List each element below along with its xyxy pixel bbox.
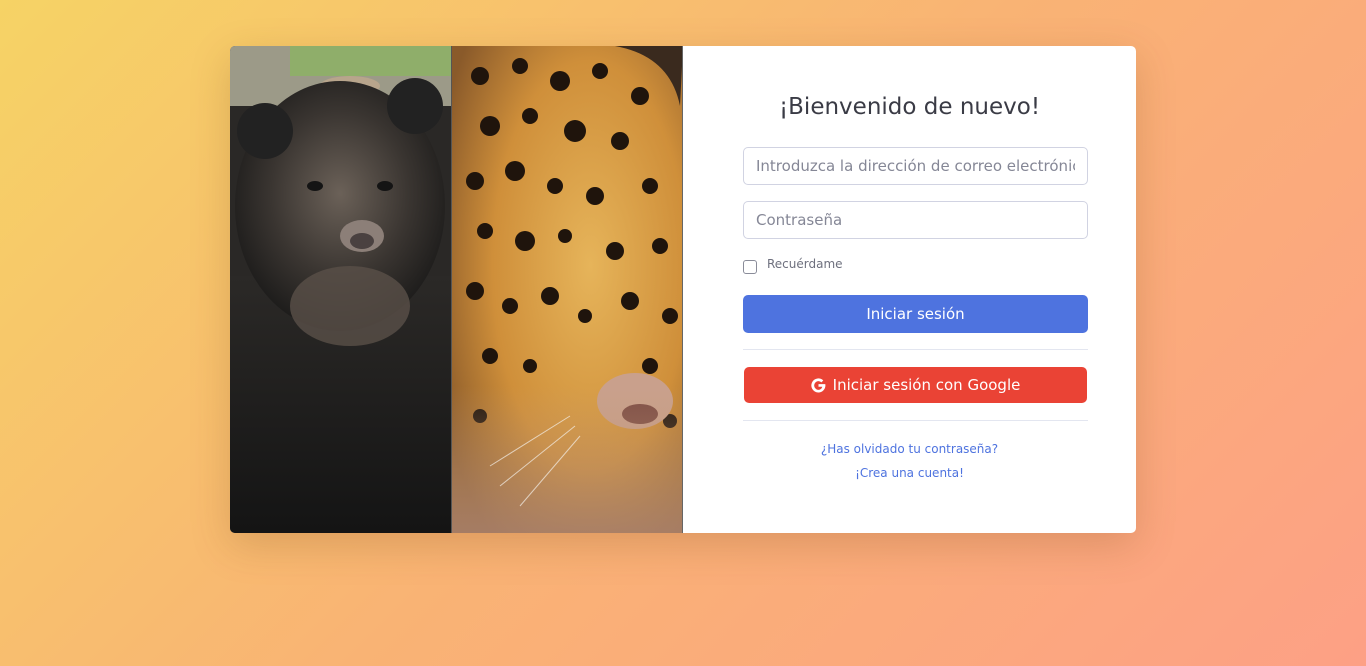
login-form: ¡Bienvenido de nuevo! Recuérdame Iniciar… bbox=[683, 46, 1136, 533]
login-button[interactable]: Iniciar sesión bbox=[743, 295, 1088, 333]
email-field[interactable] bbox=[743, 147, 1088, 185]
divider bbox=[743, 420, 1088, 421]
remember-checkbox[interactable] bbox=[743, 260, 757, 274]
remember-me[interactable]: Recuérdame bbox=[743, 257, 843, 274]
login-card: ¡Bienvenido de nuevo! Recuérdame Iniciar… bbox=[230, 46, 1136, 533]
google-button-label: Iniciar sesión con Google bbox=[832, 376, 1021, 394]
login-button-label: Iniciar sesión bbox=[866, 305, 965, 323]
password-field[interactable] bbox=[743, 201, 1088, 239]
animal-image-panel bbox=[230, 46, 683, 533]
google-icon bbox=[810, 377, 826, 392]
create-account-link[interactable]: ¡Crea una cuenta! bbox=[683, 466, 1136, 480]
bear-photo bbox=[230, 46, 451, 533]
divider bbox=[743, 349, 1088, 350]
animal-photo-collage bbox=[230, 46, 683, 533]
jaguar-photo bbox=[451, 46, 683, 533]
page-title: ¡Bienvenido de nuevo! bbox=[778, 94, 1041, 120]
remember-label: Recuérdame bbox=[767, 257, 843, 271]
forgot-password-link[interactable]: ¿Has olvidado tu contraseña? bbox=[683, 442, 1136, 456]
google-login-button[interactable]: Iniciar sesión con Google bbox=[744, 367, 1087, 403]
